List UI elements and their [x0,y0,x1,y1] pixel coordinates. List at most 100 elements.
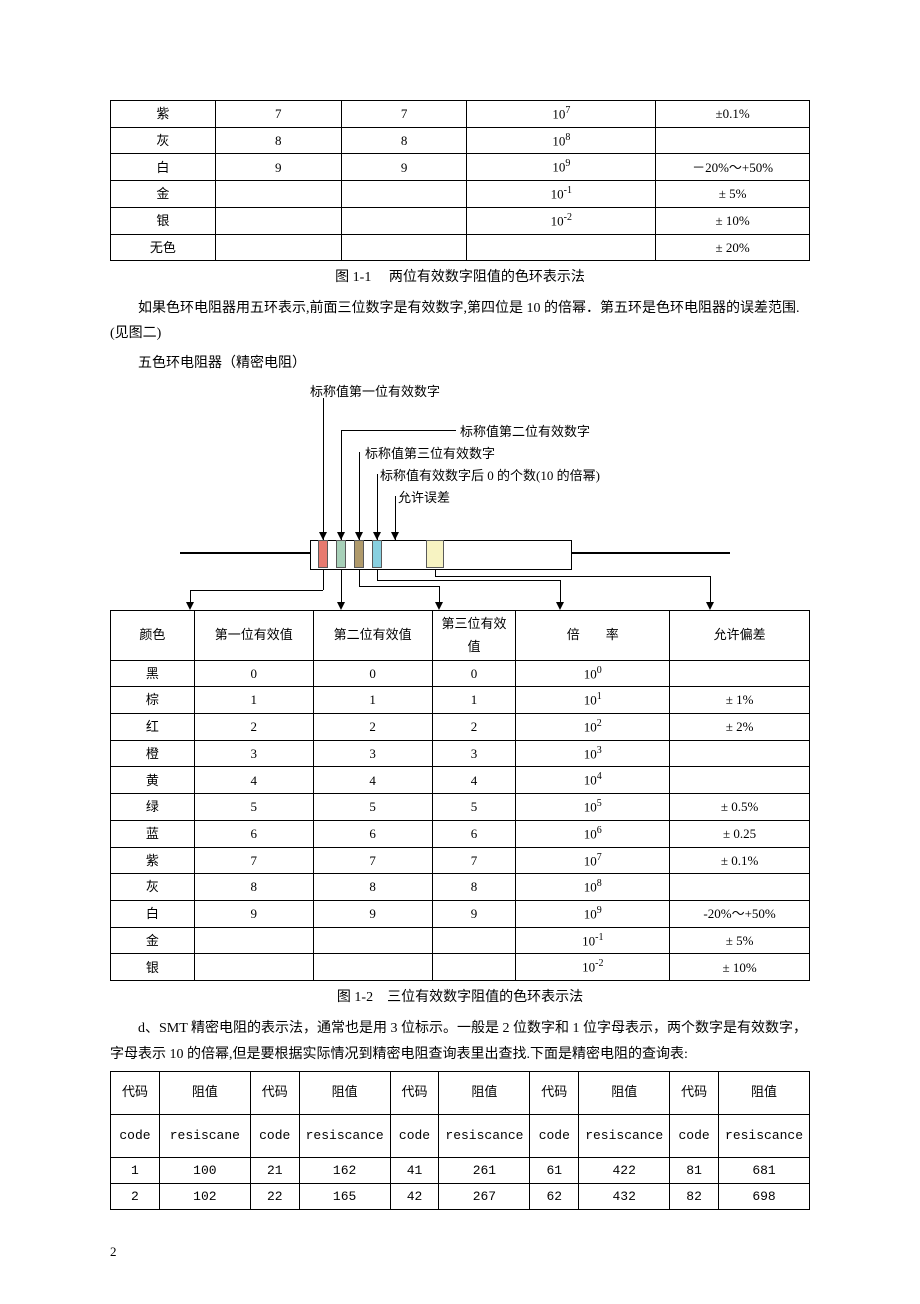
table3-cell: 100 [159,1157,250,1183]
table3-cell: 41 [390,1157,439,1183]
table2-cell: 102 [516,713,670,740]
table2-cell: 棕 [111,687,195,714]
table1-cell [215,234,341,260]
table1-cell: －20%～+50% [656,154,810,181]
table2-cell: 2 [194,713,313,740]
table2-cell: 7 [313,847,432,874]
diagram-label-1: 标称值第一位有效数字 [310,380,440,403]
table2-cell: 橙 [111,740,195,767]
table2-cell: 1 [432,687,516,714]
table3-cell: 267 [439,1184,530,1210]
table3-cell: 62 [530,1184,579,1210]
table1-cell: 无色 [111,234,216,260]
t3-h-val: 阻值 [159,1071,250,1114]
table3-cell: 21 [250,1157,299,1183]
table1-cell [341,207,467,234]
table2-cell [670,660,810,687]
table2-cell: 1 [194,687,313,714]
table2-cell: 灰 [111,874,195,901]
table3-cell: 102 [159,1184,250,1210]
table2-cell [194,954,313,981]
table2-cell: 黑 [111,660,195,687]
table3-cell: 1 [111,1157,160,1183]
table2-caption: 图 1-2 三位有效数字阻值的色环表示法 [110,985,810,1010]
table1-cell: 7 [215,101,341,128]
t2-h-d3: 第三位有效值 [432,610,516,660]
table2-cell: 6 [313,820,432,847]
table2-cell: 105 [516,794,670,821]
table2-cell: 3 [194,740,313,767]
table2-cell: 9 [313,900,432,927]
table1-cell: 金 [111,181,216,208]
table2-cell: ± 10% [670,954,810,981]
table3-cell: 432 [579,1184,670,1210]
table3-cell: 2 [111,1184,160,1210]
table2-cell: 4 [313,767,432,794]
table3-cell: 81 [670,1157,719,1183]
table2-cell: 107 [516,847,670,874]
table2-cell: 9 [194,900,313,927]
table2-cell: ± 5% [670,927,810,954]
table2-cell: 8 [432,874,516,901]
table2-cell: 6 [194,820,313,847]
table2-cell: 3 [432,740,516,767]
diagram-label-5: 允许误差 [398,486,450,509]
table1-cell: 8 [341,127,467,154]
table1-cell: 107 [467,101,656,128]
table2-cell: 紫 [111,847,195,874]
table2-cell: 2 [432,713,516,740]
paragraph-3: d、SMT 精密电阻的表示法，通常也是用 3 位标示。一般是 2 位数字和 1 … [110,1016,810,1066]
table2-cell [432,927,516,954]
table2-cell: 白 [111,900,195,927]
table2-cell [432,954,516,981]
table2-cell [670,874,810,901]
table3-cell: 61 [530,1157,579,1183]
table2-cell: 4 [432,767,516,794]
table2-cell: 1 [313,687,432,714]
five-band-resistor-diagram: 标称值第一位有效数字 标称值第二位有效数字 标称值第三位有效数字 标称值有效数字… [140,380,780,610]
table2-cell: ± 2% [670,713,810,740]
table3-cell: 22 [250,1184,299,1210]
t2-h-mult: 倍 率 [516,610,670,660]
table3-cell: 165 [299,1184,390,1210]
table2-cell: 4 [194,767,313,794]
table2-cell: ± 1% [670,687,810,714]
table2-cell: ± 0.5% [670,794,810,821]
table2-cell: 7 [194,847,313,874]
page-number: 2 [110,1240,810,1263]
table2-cell: 7 [432,847,516,874]
table2-cell: 5 [194,794,313,821]
diagram-label-3: 标称值第三位有效数字 [365,442,495,465]
table3-smt-lookup: 代码 阻值 代码 阻值 代码 阻值 代码 阻值 代码 阻值 code resis… [110,1071,810,1211]
table2-cell: 银 [111,954,195,981]
table2-cell: 108 [516,874,670,901]
table2-cell: 101 [516,687,670,714]
table2-cell [670,740,810,767]
table1-cell: 白 [111,154,216,181]
table2-cell [313,927,432,954]
table1-cell: 紫 [111,101,216,128]
table1-cell: 7 [341,101,467,128]
paragraph-1: 如果色环电阻器用五环表示,前面三位数字是有效数字,第四位是 10 的倍幂．第五环… [110,296,810,346]
table1-cell [341,234,467,260]
table3-cell: 261 [439,1157,530,1183]
table1-cell: 10-2 [467,207,656,234]
table1-cell: 10-1 [467,181,656,208]
table2-cell: 黄 [111,767,195,794]
table1-cell [467,234,656,260]
table2-cell: 100 [516,660,670,687]
table1-cell: 9 [215,154,341,181]
table1-cell: 109 [467,154,656,181]
table2-cell: 8 [194,874,313,901]
table2-cell: 5 [432,794,516,821]
table2-cell: 109 [516,900,670,927]
table3-cell: 422 [579,1157,670,1183]
table2-cell: ± 0.1% [670,847,810,874]
table2-cell: 2 [313,713,432,740]
t3-h-code: 代码 [111,1071,160,1114]
table1-color-code-2digit: 紫77107±0.1%灰88108白99109－20%～+50%金10-1± 5… [110,100,810,261]
table2-cell: 104 [516,767,670,794]
t2-h-d1: 第一位有效值 [194,610,313,660]
table1-cell: ± 20% [656,234,810,260]
table1-cell: ± 10% [656,207,810,234]
